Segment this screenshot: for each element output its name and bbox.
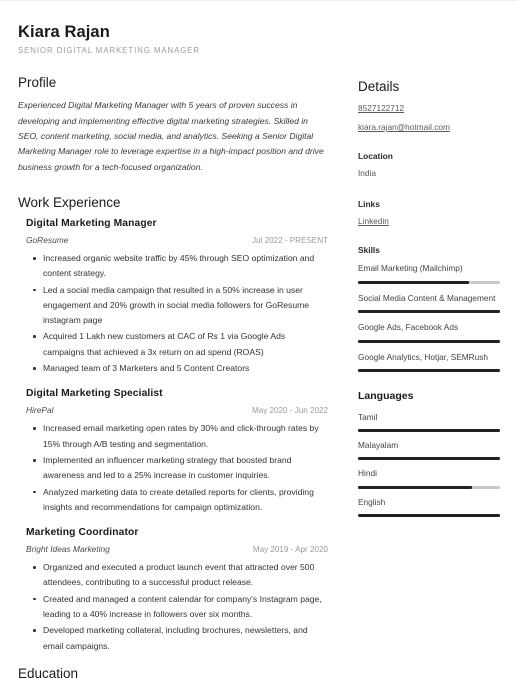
skill-rating-fill bbox=[358, 339, 500, 343]
skill-item: Email Marketing (Mailchimp) bbox=[358, 262, 500, 284]
work-entry: Digital Marketing Specialist HirePal May… bbox=[18, 388, 328, 515]
language-item: Malayalam bbox=[358, 439, 500, 461]
job-bullet: Increased email marketing open rates by … bbox=[33, 421, 328, 452]
skill-label: Email Marketing (Mailchimp) bbox=[358, 263, 463, 274]
language-rating-fill bbox=[358, 457, 500, 461]
skill-rating-fill bbox=[358, 368, 500, 372]
language-label: Tamil bbox=[358, 411, 378, 422]
skill-item: Google Analytics, Hotjar, SEMRush bbox=[358, 351, 500, 372]
job-role: Marketing Coordinator bbox=[26, 527, 139, 539]
section-heading-links: Links bbox=[358, 199, 380, 210]
job-bullet-list: Increased organic website traffic by 45%… bbox=[26, 251, 328, 376]
location-label: Location bbox=[358, 151, 393, 162]
email-link[interactable]: kiara.rajan@hotmail.com bbox=[358, 122, 500, 132]
main-column: Kiara Rajan SENIOR DIGITAL MARKETING MAN… bbox=[18, 23, 340, 678]
language-rating-bar bbox=[358, 485, 500, 489]
language-item: Tamil bbox=[358, 411, 500, 432]
job-company: HirePal bbox=[26, 405, 54, 416]
job-meta-row: Bright Ideas Marketing May 2019 - Apr 20… bbox=[26, 544, 328, 554]
skill-rating-fill bbox=[358, 280, 469, 284]
section-heading-details: Details bbox=[358, 79, 400, 94]
language-rating-fill bbox=[358, 428, 500, 432]
skill-rating-bar bbox=[358, 280, 500, 284]
candidate-tagline: SENIOR DIGITAL MARKETING MANAGER bbox=[18, 46, 201, 56]
work-entry: Digital Marketing Manager GoResume Jul 2… bbox=[18, 218, 328, 376]
language-rating-fill bbox=[358, 485, 472, 489]
profile-summary-text: Experienced Digital Marketing Manager wi… bbox=[18, 100, 324, 172]
candidate-name: Kiara Rajan bbox=[18, 23, 110, 41]
job-company: GoResume bbox=[26, 235, 69, 245]
sidebar-column: Details 8527122712 kiara.rajan@hotmail.c… bbox=[340, 23, 500, 678]
language-rating-bar bbox=[358, 514, 500, 518]
language-label: Malayalam bbox=[358, 439, 399, 450]
skill-label: Google Analytics, Hotjar, SEMRush bbox=[358, 351, 489, 362]
section-heading-skills: Skills bbox=[358, 245, 380, 256]
work-entry: Marketing Coordinator Bright Ideas Marke… bbox=[18, 527, 328, 654]
language-item: English bbox=[358, 496, 500, 518]
location-value: India bbox=[358, 168, 376, 179]
job-bullet: Implemented an influencer marketing stra… bbox=[33, 453, 328, 484]
section-heading-languages: Languages bbox=[358, 389, 414, 402]
job-bullet-list: Increased email marketing open rates by … bbox=[26, 421, 328, 515]
section-heading-work-experience: Work Experience bbox=[18, 194, 121, 210]
job-bullet: Increased organic website traffic by 45%… bbox=[33, 251, 328, 282]
job-dates: May 2019 - Apr 2020 bbox=[252, 545, 328, 555]
job-bullet: Managed team of 3 Marketers and 5 Conten… bbox=[33, 361, 328, 376]
job-meta-row: HirePal May 2020 - Jun 2022 bbox=[26, 405, 328, 415]
job-bullet: Led a social media campaign that resulte… bbox=[33, 283, 328, 329]
skill-label: Social Media Content & Management bbox=[358, 292, 496, 303]
job-bullet: Created and managed a content calendar f… bbox=[33, 592, 328, 623]
job-dates: Jul 2022 - PRESENT bbox=[251, 236, 328, 245]
skill-label: Google Ads, Facebook Ads bbox=[358, 322, 459, 333]
language-rating-fill bbox=[358, 514, 500, 518]
resume-page: Kiara Rajan SENIOR DIGITAL MARKETING MAN… bbox=[0, 0, 518, 678]
section-heading-profile: Profile bbox=[18, 75, 57, 91]
skill-item: Google Ads, Facebook Ads bbox=[358, 321, 500, 343]
job-role: Digital Marketing Specialist bbox=[26, 388, 163, 400]
resume-columns: Kiara Rajan SENIOR DIGITAL MARKETING MAN… bbox=[0, 1, 518, 678]
skill-rating-bar bbox=[358, 310, 500, 314]
skill-item: Social Media Content & Management bbox=[358, 292, 500, 314]
language-rating-bar bbox=[358, 428, 500, 432]
job-company: Bright Ideas Marketing bbox=[26, 544, 110, 555]
job-meta-row: GoResume Jul 2022 - PRESENT bbox=[26, 235, 328, 245]
skill-rating-fill bbox=[358, 310, 500, 314]
language-rating-bar bbox=[358, 457, 500, 461]
language-item: Hindi bbox=[358, 467, 500, 489]
job-bullet: Acquired 1 Lakh new customers at CAC of … bbox=[33, 329, 328, 360]
section-heading-education: Education bbox=[18, 665, 79, 678]
job-role: Digital Marketing Manager bbox=[26, 218, 157, 229]
job-bullet-list: Organized and executed a product launch … bbox=[26, 560, 328, 654]
skill-rating-bar bbox=[358, 368, 500, 372]
language-label: Hindi bbox=[358, 468, 377, 479]
language-label: English bbox=[358, 496, 386, 507]
job-dates: May 2020 - Jun 2022 bbox=[251, 406, 328, 416]
link-linkedin[interactable]: Linkedin bbox=[358, 216, 500, 226]
job-bullet: Analyzed marketing data to create detail… bbox=[33, 485, 328, 516]
phone-link[interactable]: 8527122712 bbox=[358, 103, 500, 113]
skill-rating-bar bbox=[358, 339, 500, 343]
job-bullet: Developed marketing collateral, includin… bbox=[33, 623, 328, 654]
job-bullet: Organized and executed a product launch … bbox=[33, 560, 328, 591]
